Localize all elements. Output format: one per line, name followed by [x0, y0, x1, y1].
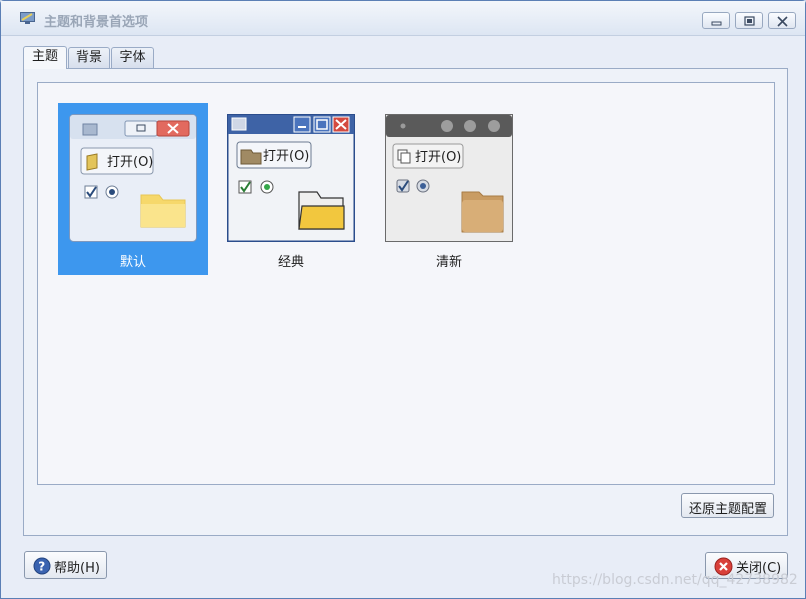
theme-preferences-window: 主题和背景首选项 主题 背景 字体 打开(O) 默认 打开(O) 经典 打开(O…	[0, 0, 806, 599]
theme-preview-fresh: 打开(O)	[385, 114, 513, 242]
svg-text:?: ?	[38, 560, 45, 574]
theme-item-fresh[interactable]: 打开(O) 清新	[374, 103, 524, 275]
help-icon: ?	[33, 557, 51, 575]
theme-preview-button-label: 打开(O)	[263, 149, 309, 164]
theme-preferences-icon	[20, 12, 35, 24]
close-icon	[777, 16, 788, 27]
tab-font[interactable]: 字体	[111, 47, 154, 69]
theme-name: 默认	[119, 255, 146, 270]
theme-preview-button-label: 打开(O)	[107, 155, 153, 170]
window-title: 主题和背景首选项	[44, 15, 149, 30]
tab-font-label: 字体	[119, 50, 146, 65]
theme-preview-default: 打开(O)	[69, 114, 197, 242]
tab-theme-label: 主题	[31, 49, 58, 64]
tab-background[interactable]: 背景	[68, 47, 110, 69]
maximize-icon	[744, 16, 755, 26]
minimize-icon	[711, 21, 722, 26]
theme-item-default[interactable]: 打开(O) 默认	[58, 103, 208, 275]
restore-theme-button[interactable]: 还原主题配置	[681, 493, 774, 518]
watermark: https://blog.csdn.net/qq_42738982	[552, 572, 798, 588]
tab-theme[interactable]: 主题	[23, 46, 67, 69]
help-button[interactable]: ? 帮助(H)	[24, 551, 107, 579]
close-window-button[interactable]	[768, 12, 796, 29]
tab-background-label: 背景	[75, 50, 102, 65]
theme-name: 清新	[435, 255, 462, 270]
theme-list[interactable]: 打开(O) 默认 打开(O) 经典 打开(O) 清新	[37, 82, 775, 485]
theme-name: 经典	[277, 255, 304, 270]
help-label: 帮助(H)	[54, 561, 100, 576]
theme-item-classic[interactable]: 打开(O) 经典	[216, 103, 366, 275]
theme-preview-classic: 打开(O)	[227, 114, 355, 242]
maximize-button[interactable]	[735, 12, 763, 29]
theme-preview-button-label: 打开(O)	[415, 150, 461, 165]
restore-theme-label: 还原主题配置	[689, 502, 768, 517]
minimize-button[interactable]	[702, 12, 730, 29]
title-bar[interactable]: 主题和背景首选项	[1, 1, 805, 36]
